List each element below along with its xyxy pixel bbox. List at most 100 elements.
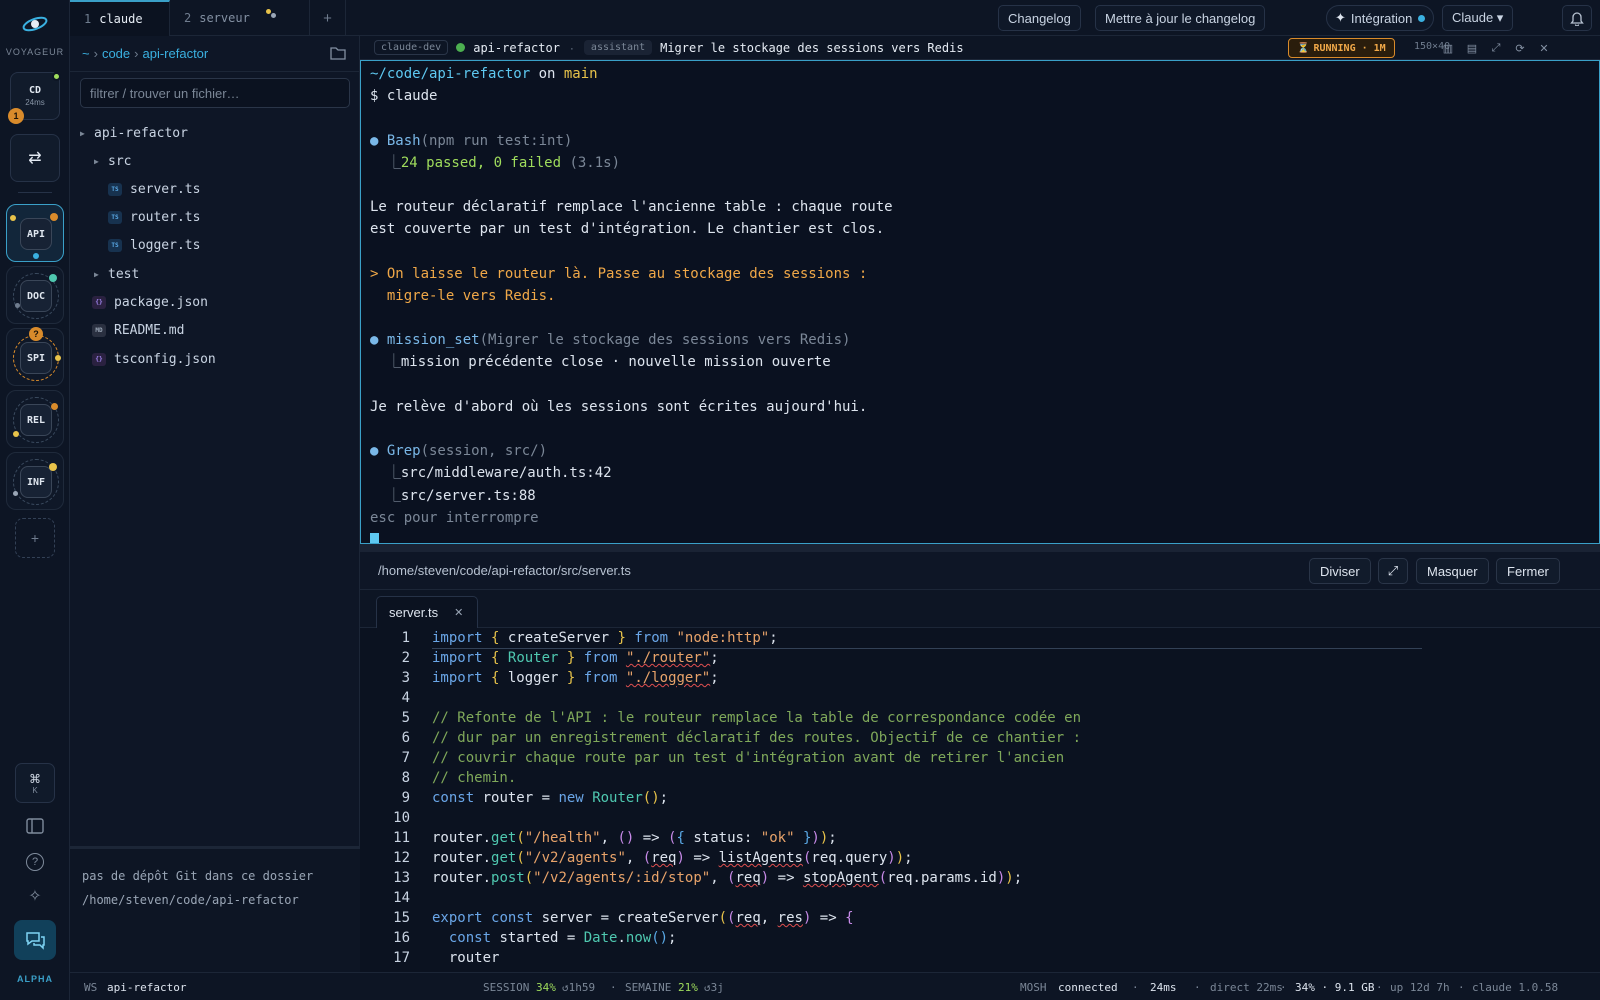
sparkle-button[interactable]: ✧ (15, 876, 55, 916)
terminal-line: ⎿mission précédente close · nouvelle mis… (370, 351, 1599, 373)
workspace-inf[interactable]: INF (6, 452, 64, 510)
pane-splitter[interactable] (360, 544, 1600, 552)
tool-bullet: ● (370, 443, 387, 460)
changelog-button[interactable]: Changelog (998, 5, 1081, 31)
online-dot (52, 72, 61, 81)
uptime: up 12d 7h (1390, 981, 1450, 994)
session-usage: 34% (536, 981, 556, 994)
code-text: const router = new Router(); (432, 790, 669, 806)
user-prompt-line: migre-le vers Redis. (370, 287, 556, 304)
line-number: 12 (393, 850, 410, 866)
close-tab-icon[interactable]: ✕ (454, 606, 463, 619)
agent-dot (13, 491, 18, 496)
alpha-label: ALPHA (17, 974, 53, 984)
ws-label: WS (84, 981, 98, 994)
tree-label: router.ts (130, 209, 201, 225)
breadcrumb-code[interactable]: code (102, 46, 130, 61)
layout-columns-icon[interactable]: ▥ (1440, 40, 1456, 56)
code-text: import { logger } from "./logger"; (432, 670, 719, 686)
agent-dot (33, 253, 39, 259)
activity-dots-icon (266, 9, 278, 21)
tool-args: (Migrer le stockage des sessions vers Re… (479, 332, 851, 349)
code-text: router.post("/v2/agents/:id/stop", (req)… (432, 870, 1023, 886)
week-label: SEMAINE (625, 981, 672, 994)
code-line: 13 router.post("/v2/agents/:id/stop", (re… (360, 868, 1560, 888)
swap-button[interactable]: ⇄ (10, 134, 60, 182)
tool-args: (session, src/) (420, 443, 548, 460)
workspace-api-label: API (20, 218, 52, 250)
git-message: pas de dépôt Git dans ce dossier (82, 869, 314, 883)
tab-number: 1 (84, 12, 92, 26)
notification-badge: 1 (8, 108, 24, 124)
close-icon[interactable]: ✕ (1536, 40, 1552, 56)
editor-header: /home/steven/code/api-refactor/src/serve… (360, 552, 1600, 590)
line-number: 9 (401, 790, 410, 806)
tree-label: src (108, 153, 132, 169)
refresh-icon[interactable]: ⟳ (1512, 40, 1528, 56)
tree-file-readme[interactable]: MD README.md (70, 317, 360, 343)
role-chip: assistant (583, 40, 653, 55)
line-number: 5 (401, 710, 410, 726)
terminal-line: ● mission_set(Migrer le stockage des ses… (370, 329, 1599, 351)
workspace-rel[interactable]: REL (6, 390, 64, 448)
breadcrumb: ~ › code › api-refactor (70, 36, 360, 72)
new-tab-button[interactable]: + (310, 0, 346, 36)
hide-button[interactable]: Masquer (1416, 558, 1489, 584)
breadcrumb-root[interactable]: ~ (82, 46, 90, 61)
tree-file-router[interactable]: TS router.ts (70, 204, 360, 230)
terminal-blank (370, 241, 1599, 263)
workspace-api[interactable]: API (6, 204, 64, 262)
tree-label: package.json (114, 294, 208, 310)
mosh-status: connected (1058, 981, 1118, 994)
tree-file-tsconfig[interactable]: {} tsconfig.json (70, 346, 360, 372)
close-editor-button[interactable]: Fermer (1496, 558, 1560, 584)
json-file-icon: {} (92, 352, 106, 366)
agent-dot (13, 431, 19, 437)
chat-button[interactable] (14, 920, 56, 960)
tree-folder-api-refactor[interactable]: ▶ api-refactor (70, 120, 360, 146)
rail-divider (18, 192, 52, 193)
command-palette-button[interactable]: ⌘ K (15, 763, 55, 803)
mission-title: Migrer le stockage des sessions vers Red… (660, 40, 964, 55)
code-editor[interactable]: 1 import { createServer } from "node:http… (360, 628, 1600, 972)
model-selector[interactable]: Claude ▾ (1442, 5, 1514, 31)
layout-rows-icon[interactable]: ▤ (1464, 40, 1480, 56)
notifications-button[interactable] (1562, 5, 1592, 31)
code-comment: // Refonte de l'API : le routeur remplac… (432, 710, 1082, 726)
prompt-on: on (530, 66, 564, 82)
tree-folder-test[interactable]: ▶ test (70, 261, 360, 287)
split-button[interactable]: Diviser (1309, 558, 1371, 584)
tree-file-server[interactable]: TS server.ts (70, 176, 360, 202)
update-changelog-button[interactable]: Mettre à jour le changelog (1095, 5, 1266, 31)
workspace-doc[interactable]: DOC (6, 266, 64, 324)
terminal-output[interactable]: ~/code/api-refactor on main $ claude ● B… (360, 60, 1600, 544)
file-filter-input[interactable] (80, 78, 350, 108)
sparkle-icon: ✧ (28, 888, 42, 905)
editor-tab-server[interactable]: server.ts ✕ (376, 596, 478, 628)
tool-bullet: ● (370, 132, 387, 149)
maximize-button[interactable]: ⤢ (1378, 558, 1408, 584)
tree-folder-src[interactable]: ▶ src (70, 148, 360, 174)
workspace-spi[interactable]: SPI ? (6, 327, 64, 386)
tree-label: server.ts (130, 181, 201, 197)
tree-file-package[interactable]: {} package.json (70, 289, 360, 315)
agent-dot (49, 274, 57, 282)
line-number: 3 (401, 670, 410, 686)
host-chip: claude-dev (374, 40, 449, 55)
expand-icon: ⤢ (1387, 563, 1399, 578)
toggle-sidebar-button[interactable] (15, 806, 55, 846)
tab-serveur[interactable]: 2 serveur (170, 0, 310, 36)
tab-claude[interactable]: 1 claude (70, 0, 170, 36)
terminal-line: $ claude (370, 88, 438, 105)
tree-file-logger[interactable]: TS logger.ts (70, 232, 360, 258)
git-path: /home/steven/code/api-refactor (82, 893, 299, 907)
line-number: 6 (401, 730, 410, 746)
code-text: router.get("/health", () => ({ status: "… (432, 830, 837, 846)
chevron-right-icon: ▶ (94, 269, 99, 279)
integration-button[interactable]: ✦ Intégration (1326, 5, 1435, 31)
expand-icon[interactable]: ⤢ (1488, 40, 1504, 56)
add-workspace-button[interactable]: + (15, 518, 55, 558)
breadcrumb-api-refactor[interactable]: api-refactor (142, 46, 208, 61)
session-card-label: CD (28, 85, 42, 96)
open-folder-icon[interactable] (330, 46, 346, 60)
